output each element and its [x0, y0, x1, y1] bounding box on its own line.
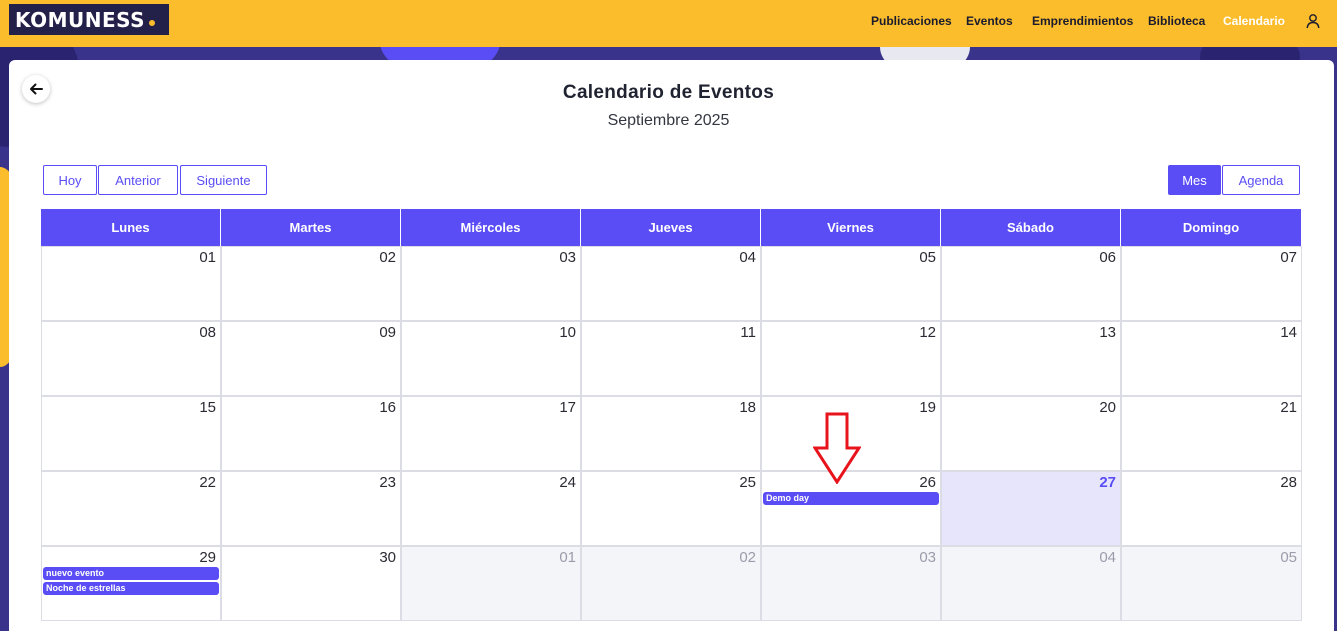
- day-number: 03: [919, 549, 936, 566]
- calendar-day-cell[interactable]: 17: [401, 396, 581, 471]
- nav-item-calendario[interactable]: Calendario: [1223, 14, 1285, 28]
- calendar-day-cell[interactable]: 16: [221, 396, 401, 471]
- day-number: 12: [919, 324, 936, 341]
- logo-text: KOMUNESS: [15, 7, 146, 32]
- nav-item-eventos[interactable]: Eventos: [966, 14, 1013, 28]
- day-number: 05: [1280, 549, 1297, 566]
- calendar-event[interactable]: Noche de estrellas: [43, 582, 219, 595]
- day-number: 01: [559, 549, 576, 566]
- top-navigation-bar: KOMUNESS Publicaciones Eventos Emprendim…: [0, 0, 1337, 47]
- previous-button[interactable]: Anterior: [98, 165, 178, 195]
- calendar-day-cell[interactable]: 07: [1121, 246, 1302, 321]
- day-number: 24: [559, 474, 576, 491]
- day-number: 22: [199, 474, 216, 491]
- nav-item-emprendimientos[interactable]: Emprendimientos: [1032, 14, 1133, 28]
- calendar-day-cell[interactable]: 04: [941, 546, 1121, 621]
- calendar-day-cell[interactable]: 15: [41, 396, 221, 471]
- nav-item-publicaciones[interactable]: Publicaciones: [871, 14, 952, 28]
- day-number: 19: [919, 399, 936, 416]
- calendar-day-cell[interactable]: 11: [581, 321, 761, 396]
- day-number: 13: [1099, 324, 1116, 341]
- weekday-header: Domingo: [1121, 209, 1302, 246]
- calendar-day-cell[interactable]: 22: [41, 471, 221, 546]
- user-icon[interactable]: [1305, 13, 1321, 29]
- calendar-day-cell[interactable]: 12: [761, 321, 941, 396]
- day-number: 26: [919, 474, 936, 491]
- agenda-view-button[interactable]: Agenda: [1222, 165, 1300, 195]
- calendar-day-cell[interactable]: 18: [581, 396, 761, 471]
- day-number: 01: [199, 249, 216, 266]
- calendar-event[interactable]: nuevo evento: [43, 567, 219, 580]
- day-number: 20: [1099, 399, 1116, 416]
- calendar-day-cell[interactable]: 14: [1121, 321, 1302, 396]
- calendar-day-cell[interactable]: 06: [941, 246, 1121, 321]
- calendar-day-cell[interactable]: 24: [401, 471, 581, 546]
- weekday-header: Martes: [221, 209, 401, 246]
- calendar-day-cell[interactable]: 05: [761, 246, 941, 321]
- day-number: 03: [559, 249, 576, 266]
- day-number: 10: [559, 324, 576, 341]
- day-number: 11: [740, 324, 756, 341]
- calendar-day-cell[interactable]: 30: [221, 546, 401, 621]
- day-number: 05: [919, 249, 936, 266]
- calendar-day-cell[interactable]: 13: [941, 321, 1121, 396]
- day-number: 04: [739, 249, 756, 266]
- next-button[interactable]: Siguiente: [180, 165, 267, 195]
- day-number: 30: [379, 549, 396, 566]
- calendar-day-cell[interactable]: 04: [581, 246, 761, 321]
- day-number: 04: [1099, 549, 1116, 566]
- calendar-event[interactable]: Demo day: [763, 492, 939, 505]
- weekday-header-row: Lunes Martes Miércoles Jueves Viernes Sábado D…: [41, 209, 1302, 246]
- calendar-day-today[interactable]: 27: [941, 471, 1121, 546]
- calendar-day-cell[interactable]: 03: [401, 246, 581, 321]
- calendar-day-cell[interactable]: 20: [941, 396, 1121, 471]
- calendar-day-cell[interactable]: 10: [401, 321, 581, 396]
- day-number: 28: [1280, 474, 1297, 491]
- calendar-day-cell[interactable]: 23: [221, 471, 401, 546]
- day-number: 25: [739, 474, 756, 491]
- calendar-day-cell[interactable]: 01: [41, 246, 221, 321]
- day-number: 17: [559, 399, 576, 416]
- day-number: 18: [739, 399, 756, 416]
- day-number: 14: [1280, 324, 1297, 341]
- annotation-down-arrow-icon: [813, 412, 861, 484]
- day-number: 09: [379, 324, 396, 341]
- calendar-day-cell[interactable]: 25: [581, 471, 761, 546]
- logo-dot: [149, 19, 156, 26]
- calendar-day-cell[interactable]: 05: [1121, 546, 1302, 621]
- calendar-day-cell[interactable]: 09: [221, 321, 401, 396]
- calendar-day-cell[interactable]: 28: [1121, 471, 1302, 546]
- current-month-label: Septiembre 2025: [607, 112, 730, 129]
- day-number: 29: [199, 549, 216, 566]
- day-number: 23: [379, 474, 396, 491]
- calendar-day-cell[interactable]: 01: [401, 546, 581, 621]
- day-number: 07: [1280, 249, 1297, 266]
- month-view-button[interactable]: Mes: [1168, 165, 1221, 195]
- nav-item-biblioteca[interactable]: Biblioteca: [1148, 14, 1205, 28]
- weekday-header: Viernes: [761, 209, 941, 246]
- calendar-day-cell[interactable]: 21: [1121, 396, 1302, 471]
- day-number: 06: [1099, 249, 1116, 266]
- weekday-header: Lunes: [41, 209, 221, 246]
- weekday-header: Sábado: [941, 209, 1121, 246]
- day-number: 27: [1099, 474, 1116, 491]
- page-title: Calendario de Eventos: [562, 82, 775, 103]
- day-number: 21: [1280, 399, 1297, 416]
- calendar-day-cell[interactable]: 08: [41, 321, 221, 396]
- weekday-header: Jueves: [581, 209, 761, 246]
- day-number: 02: [379, 249, 396, 266]
- today-button[interactable]: Hoy: [43, 165, 97, 195]
- calendar-day-cell[interactable]: 03: [761, 546, 941, 621]
- calendar-day-cell[interactable]: 29 nuevo evento Noche de estrellas: [41, 546, 221, 621]
- day-number: 15: [199, 399, 216, 416]
- calendar-day-cell[interactable]: 02: [221, 246, 401, 321]
- calendar-day-cell[interactable]: 02: [581, 546, 761, 621]
- day-number: 08: [199, 324, 216, 341]
- day-number: 02: [739, 549, 756, 566]
- komuness-logo[interactable]: KOMUNESS: [9, 4, 169, 35]
- weekday-header: Miércoles: [401, 209, 581, 246]
- day-number: 16: [379, 399, 396, 416]
